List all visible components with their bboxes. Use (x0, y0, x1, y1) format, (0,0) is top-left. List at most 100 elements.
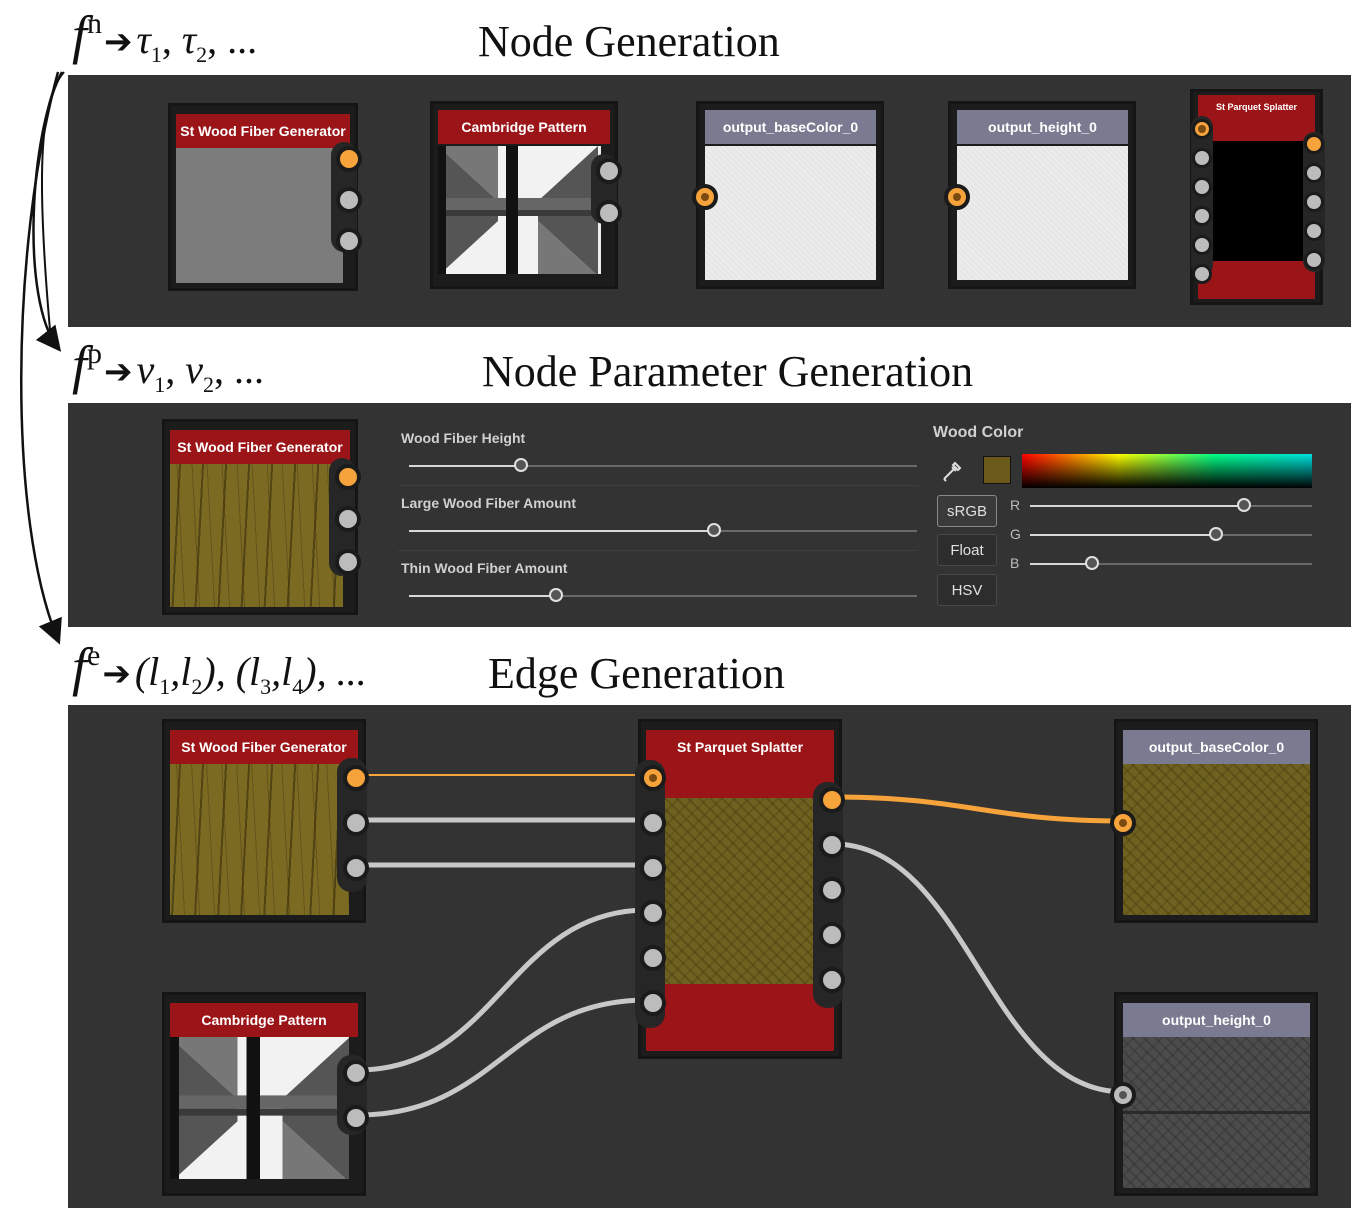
input-port[interactable] (640, 810, 666, 836)
output-port[interactable] (1304, 163, 1324, 183)
input-port[interactable] (640, 900, 666, 926)
node-title: output_baseColor_0 (1123, 730, 1310, 764)
channel-label-b: B (1010, 555, 1020, 571)
output-port[interactable] (596, 200, 622, 226)
color-swatch[interactable] (983, 456, 1011, 484)
input-port[interactable] (692, 184, 718, 210)
output-port[interactable] (343, 1060, 369, 1086)
node-output-height[interactable]: output_height_0 (1110, 992, 1318, 1196)
output-port[interactable] (335, 464, 361, 490)
output-port[interactable] (335, 549, 361, 575)
edge-cambridge-to-splatter-2 (357, 997, 649, 1118)
input-port[interactable] (640, 765, 666, 791)
node-title: output_height_0 (957, 110, 1128, 144)
node-parquet-splatter[interactable]: St Parquet Splatter (1190, 89, 1325, 305)
param-label: Large Wood Fiber Amount (401, 495, 576, 511)
node-title: Cambridge Pattern (170, 1003, 358, 1037)
node-title: St Wood Fiber Generator (170, 430, 350, 464)
output-port[interactable] (819, 967, 845, 993)
edge-splatter-to-basecolor (832, 794, 1125, 824)
output-port[interactable] (336, 146, 362, 172)
node-cambridge-pattern[interactable]: Cambridge Pattern (162, 992, 369, 1196)
input-port[interactable] (1192, 177, 1212, 197)
output-port[interactable] (343, 765, 369, 791)
node-title: St Wood Fiber Generator (170, 730, 358, 764)
input-port[interactable] (1110, 1082, 1136, 1108)
output-port[interactable] (819, 877, 845, 903)
float-button[interactable]: Float (937, 534, 997, 566)
node-title: Cambridge Pattern (438, 110, 610, 144)
edge-splatter-to-height (832, 841, 1125, 1095)
node-wood-fiber[interactable]: St Wood Fiber Generator (162, 719, 369, 923)
node-preview (170, 764, 349, 915)
output-port[interactable] (596, 158, 622, 184)
output-port[interactable] (1304, 192, 1324, 212)
edge-cambridge-to-splatter-1 (357, 907, 649, 1073)
param-label: Thin Wood Fiber Amount (401, 560, 568, 576)
param-label: Wood Fiber Height (401, 430, 526, 446)
node-preview (170, 1037, 349, 1179)
output-port[interactable] (336, 228, 362, 254)
node-parquet-splatter[interactable]: St Parquet Splatter (635, 719, 845, 1059)
node-preview (176, 148, 343, 283)
node-output-height[interactable]: output_height_0 (944, 101, 1136, 289)
input-port[interactable] (1110, 810, 1136, 836)
input-port[interactable] (1192, 264, 1212, 284)
node-title: St Parquet Splatter (1198, 95, 1315, 119)
node-generation-heading: Node Generation (478, 17, 780, 66)
srgb-button[interactable]: sRGB (937, 495, 997, 527)
output-port[interactable] (819, 922, 845, 948)
node-preview (1123, 764, 1310, 915)
input-port[interactable] (944, 184, 970, 210)
output-port[interactable] (819, 787, 845, 813)
channel-slider-knob-b[interactable] (1085, 556, 1100, 570)
input-port[interactable] (1192, 206, 1212, 226)
output-port[interactable] (1304, 221, 1324, 241)
output-port[interactable] (819, 832, 845, 858)
node-wood-fiber[interactable]: St Wood Fiber Generator (168, 103, 362, 291)
node-title: St Wood Fiber Generator (176, 114, 350, 148)
input-port[interactable] (1192, 235, 1212, 255)
param-slider-knob[interactable] (549, 588, 564, 602)
node-formula: fn➔ τ1, τ2, ... (72, 5, 258, 67)
eyedropper-icon[interactable] (940, 457, 966, 489)
param-formula: fp➔ v1, v2, ... (72, 335, 265, 397)
channel-slider-knob-r[interactable] (1237, 498, 1252, 512)
output-port[interactable] (343, 1105, 369, 1131)
node-output-basecolor[interactable]: output_baseColor_0 (692, 101, 884, 289)
input-port[interactable] (640, 855, 666, 881)
channel-slider-knob-g[interactable] (1209, 527, 1224, 541)
input-port[interactable] (1192, 148, 1212, 168)
node-title: St Parquet Splatter (646, 730, 834, 764)
node-wood-fiber[interactable]: St Wood Fiber Generator (162, 419, 361, 615)
output-port[interactable] (1304, 250, 1324, 270)
node-preview (170, 464, 343, 607)
node-preview (438, 146, 601, 274)
output-port[interactable] (343, 810, 369, 836)
edge-generation-heading: Edge Generation (488, 649, 785, 698)
output-port[interactable] (336, 187, 362, 213)
output-port[interactable] (335, 506, 361, 532)
node-cambridge-pattern[interactable]: Cambridge Pattern (430, 101, 622, 289)
node-preview (646, 798, 834, 984)
node-output-basecolor[interactable]: output_baseColor_0 (1110, 719, 1318, 923)
arrow-to-edge (20, 71, 62, 645)
node-preview (705, 146, 876, 280)
input-port[interactable] (640, 945, 666, 971)
node-title: output_baseColor_0 (705, 110, 876, 144)
color-gradient[interactable] (1022, 454, 1312, 488)
node-preview (1123, 1037, 1310, 1188)
arrow-side (40, 71, 65, 331)
output-port[interactable] (1304, 134, 1324, 154)
input-port[interactable] (640, 990, 666, 1016)
parameter-panel: St Wood Fiber Generator Wood Fiber Heigh… (68, 403, 1351, 627)
node-generation-panel: St Wood Fiber Generator Cambridge Patter… (68, 75, 1351, 327)
edge-panel: St Wood Fiber Generator Cambridge Patter… (68, 705, 1351, 1208)
param-slider-knob[interactable] (513, 458, 528, 472)
node-preview (957, 146, 1128, 280)
param-slider-knob[interactable] (706, 523, 721, 537)
output-port[interactable] (343, 855, 369, 881)
param-generation-heading: Node Parameter Generation (482, 347, 974, 396)
input-port[interactable] (1192, 119, 1212, 139)
hsv-button[interactable]: HSV (937, 574, 997, 606)
